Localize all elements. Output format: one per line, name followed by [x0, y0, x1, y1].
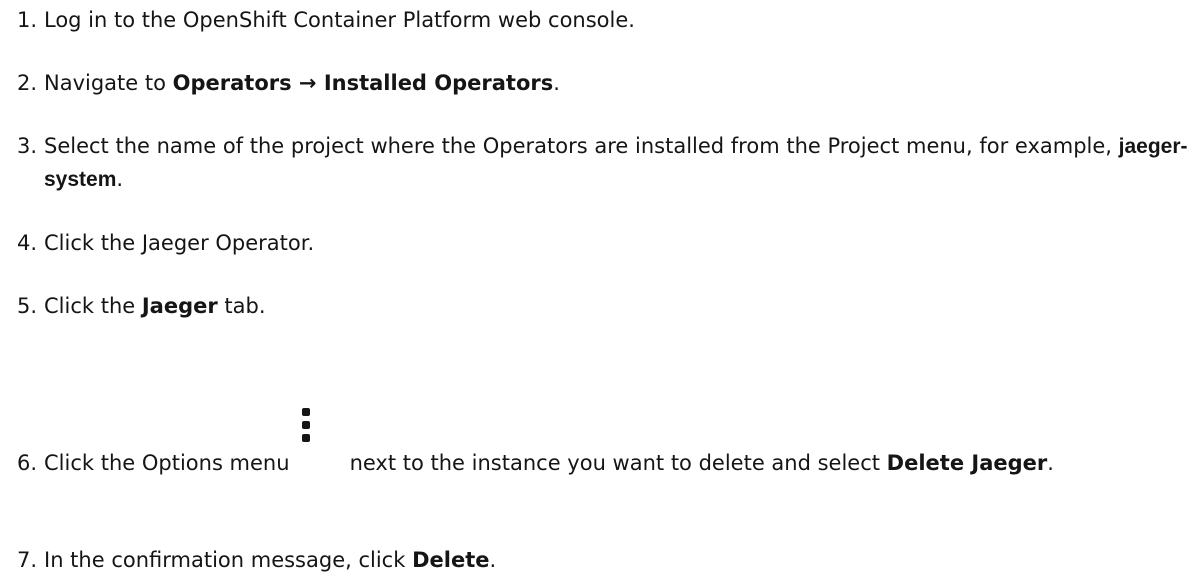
action-name: Delete Jaeger — [886, 451, 1048, 475]
step-text-pre: Select the name of the project where the… — [44, 134, 1119, 158]
step-number: 6. — [16, 451, 37, 475]
step-text-mid: next to the instance you want to delete … — [349, 451, 887, 475]
step-text: In the confirmation message, click Delet… — [44, 544, 496, 577]
step-2: 2. Navigate to Operators → Installed Ope… — [0, 67, 1198, 100]
step-1: 1. Log in to the OpenShift Container Pla… — [0, 4, 1198, 37]
step-text-pre: In the confirmation message, click — [44, 548, 413, 572]
step-text: Click the Jaeger Operator. — [44, 231, 315, 255]
step-text: Log in to the OpenShift Container Platfo… — [44, 8, 635, 32]
step-text: Select the name of the project where the… — [44, 130, 1194, 196]
step-number: 7. — [16, 548, 37, 572]
step-text-post: . — [553, 71, 560, 95]
step-text-post: . — [489, 548, 497, 572]
step-text: Click the Options menu next to the instan… — [44, 408, 1194, 480]
step-number: 2. — [16, 71, 37, 95]
delete-label: Delete — [412, 548, 490, 572]
step-text: Navigate to Operators → Installed Operat… — [44, 67, 560, 100]
kebab-menu-icon — [290, 408, 350, 470]
step-4: 4. Click the Jaeger Operator. — [0, 227, 1198, 260]
menu-path: Operators → Installed Operators — [172, 71, 554, 95]
step-text-pre: Click the Options menu — [44, 451, 290, 475]
step-text-pre: Click the — [44, 294, 142, 318]
step-number: 4. — [16, 231, 37, 255]
step-3: 3. Select the name of the project where … — [0, 130, 1198, 196]
step-text: Click the Jaeger tab. — [44, 290, 266, 323]
step-number: 3. — [16, 134, 37, 158]
step-number: 5. — [16, 294, 37, 318]
step-number: 1. — [16, 8, 37, 32]
step-text-pre: Navigate to — [44, 71, 173, 95]
step-5: 5. Click the Jaeger tab. — [0, 290, 1198, 323]
step-text-post: . — [1047, 451, 1054, 475]
step-text-post: . — [116, 167, 124, 191]
step-text-post: tab. — [217, 294, 266, 318]
tab-name: Jaeger — [141, 294, 218, 318]
step-6: 6. Click the Options menu next to the ins… — [0, 408, 1198, 480]
step-7: 7. In the confirmation message, click De… — [0, 544, 1198, 577]
